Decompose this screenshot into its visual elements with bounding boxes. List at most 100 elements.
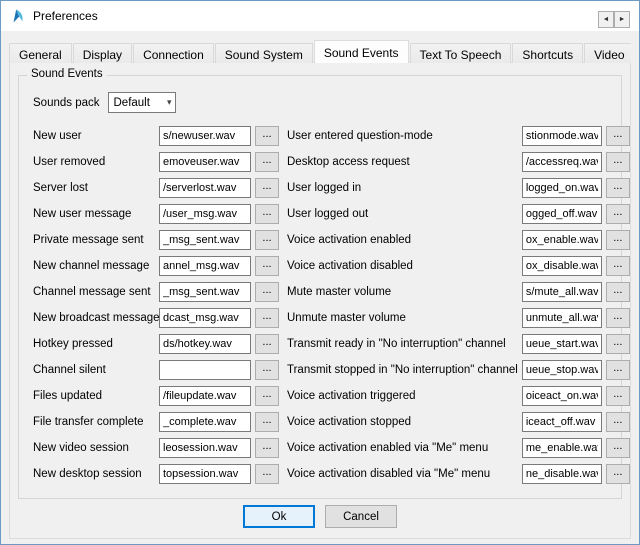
sound-file-input[interactable]	[159, 360, 251, 380]
sound-file-input[interactable]	[522, 412, 602, 432]
sounds-pack-value: Default	[114, 97, 150, 109]
browse-button[interactable]: ...	[606, 256, 630, 276]
sound-event-row: Mute master volume...	[287, 282, 630, 302]
sound-file-input[interactable]	[522, 178, 602, 198]
browse-button[interactable]: ...	[606, 360, 630, 380]
sound-event-label: File transfer complete	[33, 416, 159, 428]
sound-file-input[interactable]	[522, 438, 602, 458]
sound-file-input[interactable]	[522, 152, 602, 172]
browse-button[interactable]: ...	[255, 282, 279, 302]
sound-event-row: New user...	[33, 126, 279, 146]
sound-file-input[interactable]	[522, 204, 602, 224]
cancel-button[interactable]: Cancel	[325, 505, 397, 528]
tab-display[interactable]: Display	[73, 43, 132, 63]
browse-button[interactable]: ...	[606, 464, 630, 484]
sound-file-input[interactable]	[159, 412, 251, 432]
tab-bar: GeneralDisplayConnectionSound SystemSoun…	[9, 40, 631, 63]
sound-event-row: Voice activation triggered...	[287, 386, 630, 406]
browse-button[interactable]: ...	[255, 204, 279, 224]
sound-file-input[interactable]	[522, 308, 602, 328]
browse-button[interactable]: ...	[606, 126, 630, 146]
sound-event-row: Channel message sent...	[33, 282, 279, 302]
sound-event-row: User removed...	[33, 152, 279, 172]
browse-button[interactable]: ...	[606, 334, 630, 354]
browse-button[interactable]: ...	[606, 308, 630, 328]
arrow-left-icon: ◄	[603, 16, 610, 23]
browse-button[interactable]: ...	[255, 360, 279, 380]
tab-scroll-right-button[interactable]: ►	[614, 11, 630, 28]
browse-button[interactable]: ...	[606, 438, 630, 458]
sound-file-input[interactable]	[159, 334, 251, 354]
browse-button[interactable]: ...	[255, 464, 279, 484]
sound-file-input[interactable]	[522, 386, 602, 406]
preferences-window: Preferences GeneralDisplayConnectionSoun…	[0, 0, 640, 545]
sounds-pack-label: Sounds pack	[33, 97, 100, 109]
sound-file-input[interactable]	[159, 438, 251, 458]
ok-button[interactable]: Ok	[243, 505, 315, 528]
sound-event-row: Transmit stopped in "No interruption" ch…	[287, 360, 630, 380]
browse-button[interactable]: ...	[255, 152, 279, 172]
browse-button[interactable]: ...	[606, 282, 630, 302]
tab-video[interactable]: Video	[584, 43, 631, 63]
browse-button[interactable]: ...	[606, 178, 630, 198]
browse-button[interactable]: ...	[255, 438, 279, 458]
browse-button[interactable]: ...	[255, 126, 279, 146]
tab-scroll-left-button[interactable]: ◄	[598, 11, 614, 28]
sound-event-label: Voice activation enabled via "Me" menu	[287, 442, 522, 454]
groupbox-title: Sound Events	[27, 68, 107, 80]
sound-event-label: New channel message	[33, 260, 159, 272]
sound-file-input[interactable]	[522, 126, 602, 146]
browse-button[interactable]: ...	[255, 334, 279, 354]
sound-file-input[interactable]	[522, 464, 602, 484]
sound-file-input[interactable]	[159, 308, 251, 328]
sound-file-input[interactable]	[159, 204, 251, 224]
browse-button[interactable]: ...	[606, 386, 630, 406]
browse-button[interactable]: ...	[606, 412, 630, 432]
browse-button[interactable]: ...	[606, 204, 630, 224]
sound-event-row: New user message...	[33, 204, 279, 224]
browse-button[interactable]: ...	[255, 412, 279, 432]
sound-file-input[interactable]	[159, 178, 251, 198]
tab-connection[interactable]: Connection	[133, 43, 214, 63]
tab-scroll: ◄ ►	[598, 11, 630, 28]
sound-event-row: Transmit ready in "No interruption" chan…	[287, 334, 630, 354]
tab-text-to-speech[interactable]: Text To Speech	[410, 43, 512, 63]
sound-event-label: Voice activation disabled via "Me" menu	[287, 468, 522, 480]
sound-event-row: New channel message...	[33, 256, 279, 276]
dialog-body: GeneralDisplayConnectionSound SystemSoun…	[1, 31, 639, 544]
browse-button[interactable]: ...	[255, 256, 279, 276]
sound-event-row: User entered question-mode...	[287, 126, 630, 146]
tab-sound-system[interactable]: Sound System	[215, 43, 313, 63]
sound-file-input[interactable]	[159, 126, 251, 146]
sound-file-input[interactable]	[522, 334, 602, 354]
sound-file-input[interactable]	[159, 282, 251, 302]
sounds-pack-select[interactable]: Default ▾	[108, 92, 176, 113]
browse-button[interactable]: ...	[255, 386, 279, 406]
tab-shortcuts[interactable]: Shortcuts	[512, 43, 583, 63]
tab-general[interactable]: General	[9, 43, 72, 63]
sound-event-label: New user	[33, 130, 159, 142]
sound-event-label: New broadcast message	[33, 312, 159, 324]
sound-file-input[interactable]	[159, 386, 251, 406]
browse-button[interactable]: ...	[255, 178, 279, 198]
sound-file-input[interactable]	[159, 256, 251, 276]
sound-event-row: Channel silent...	[33, 360, 279, 380]
sound-event-label: User logged out	[287, 208, 522, 220]
browse-button[interactable]: ...	[255, 308, 279, 328]
sound-events-groupbox: Sound Events Sounds pack Default ▾ New u…	[18, 75, 622, 499]
sound-file-input[interactable]	[522, 360, 602, 380]
browse-button[interactable]: ...	[606, 230, 630, 250]
browse-button[interactable]: ...	[255, 230, 279, 250]
sound-file-input[interactable]	[522, 282, 602, 302]
sound-event-row: User logged out...	[287, 204, 630, 224]
sound-file-input[interactable]	[159, 230, 251, 250]
sound-file-input[interactable]	[522, 256, 602, 276]
sound-file-input[interactable]	[159, 464, 251, 484]
tab-sound-events[interactable]: Sound Events	[314, 40, 409, 63]
sound-event-row: Private message sent...	[33, 230, 279, 250]
sound-event-label: Voice activation enabled	[287, 234, 522, 246]
sound-file-input[interactable]	[159, 152, 251, 172]
sound-file-input[interactable]	[522, 230, 602, 250]
browse-button[interactable]: ...	[606, 152, 630, 172]
dialog-footer: Ok Cancel	[16, 499, 624, 532]
